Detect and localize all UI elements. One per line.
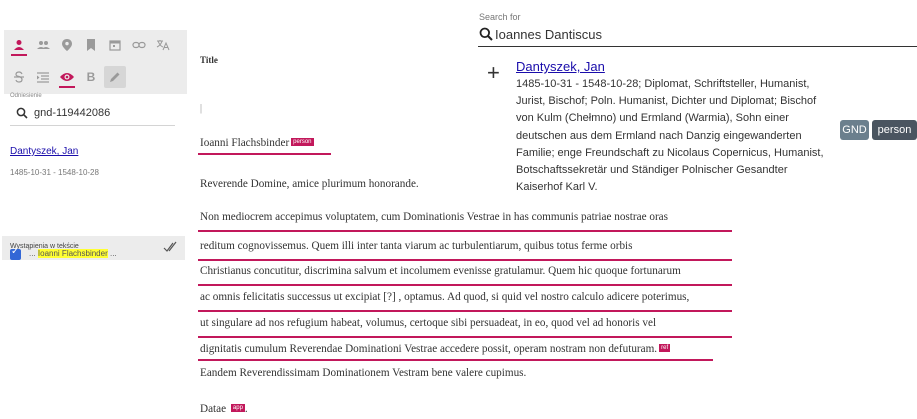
location-pin-icon[interactable]	[56, 34, 78, 56]
pencil-icon[interactable]	[104, 66, 126, 88]
entity-dates: 1485-10-31 - 1548-10-28	[10, 168, 99, 177]
reference-value: gnd-119442086	[34, 107, 111, 119]
link-icon[interactable]	[128, 34, 150, 56]
app-tag[interactable]: app	[230, 404, 245, 412]
bold-button[interactable]: B	[80, 66, 102, 88]
strikethrough-icon[interactable]	[8, 66, 30, 88]
calendar-icon[interactable]	[104, 34, 126, 56]
indent-icon[interactable]	[32, 66, 54, 88]
source-badge: GND	[840, 120, 869, 140]
search-label: Search for	[479, 12, 521, 22]
reference-label: Odniesienie	[10, 93, 42, 99]
search-value: Ioannes Dantiscus	[495, 27, 602, 42]
occurrence-checkbox[interactable]	[10, 246, 21, 260]
result-name-link[interactable]: Dantyszek, Jan	[516, 59, 605, 74]
search-icon	[479, 27, 493, 46]
result-description: 1485-10-31 - 1548-10-28; Diplomat, Schri…	[516, 78, 824, 194]
body-line: Non mediocrem accepimus voluptatem, cum …	[200, 211, 668, 223]
addressee-text[interactable]: Ioanni Flachsbinder	[200, 137, 289, 149]
people-icon[interactable]	[32, 34, 54, 56]
body-line: reditum cognovissemus. Quem illi inter t…	[200, 240, 633, 252]
body-line: dignitatis cumulum Reverendae Domination…	[200, 343, 671, 355]
person-icon[interactable]	[8, 34, 30, 56]
annotation-sidebar: B Odniesienie gnd-119442086 Dantyszek, J…	[0, 0, 187, 419]
add-entity-button[interactable]: +	[487, 62, 500, 84]
entity-name-link[interactable]: Dantyszek, Jan	[10, 146, 78, 157]
text-cursor: |	[200, 103, 203, 114]
annotation-toolbar: B	[4, 30, 187, 94]
salutation-line: Reverende Domine, amice plurimum honoran…	[200, 178, 419, 190]
type-badge: person	[872, 120, 917, 140]
closing-line: Eandem Reverendissimam Dominationem Vest…	[200, 367, 527, 379]
document-title: Title	[200, 55, 218, 65]
datae-line: Datae app.	[200, 403, 248, 415]
double-check-icon[interactable]	[163, 240, 179, 258]
reference-field[interactable]: gnd-119442086	[10, 100, 175, 126]
bookmark-icon[interactable]	[80, 34, 102, 56]
document-editor[interactable]: Title | Ioanni Flachsbinder person Revere…	[185, 0, 745, 419]
search-icon	[16, 106, 28, 124]
person-tag[interactable]: person	[291, 138, 314, 146]
ref-tag[interactable]: ref	[659, 344, 671, 352]
body-line: ut singulare ad nos refugium habeat, vol…	[200, 317, 657, 329]
occurrence-text: ... Ioanni Flachsbinder ...	[29, 249, 117, 258]
addressee-line: Ioanni Flachsbinder person	[200, 137, 314, 149]
search-input[interactable]: Ioannes Dantiscus	[478, 23, 917, 47]
body-line: ac omnis felicitatis successus ut excipi…	[200, 291, 690, 303]
eye-icon[interactable]	[56, 66, 78, 88]
body-line: Christianus concutitur, discrimina salvu…	[200, 265, 681, 277]
translate-icon[interactable]	[152, 34, 174, 56]
